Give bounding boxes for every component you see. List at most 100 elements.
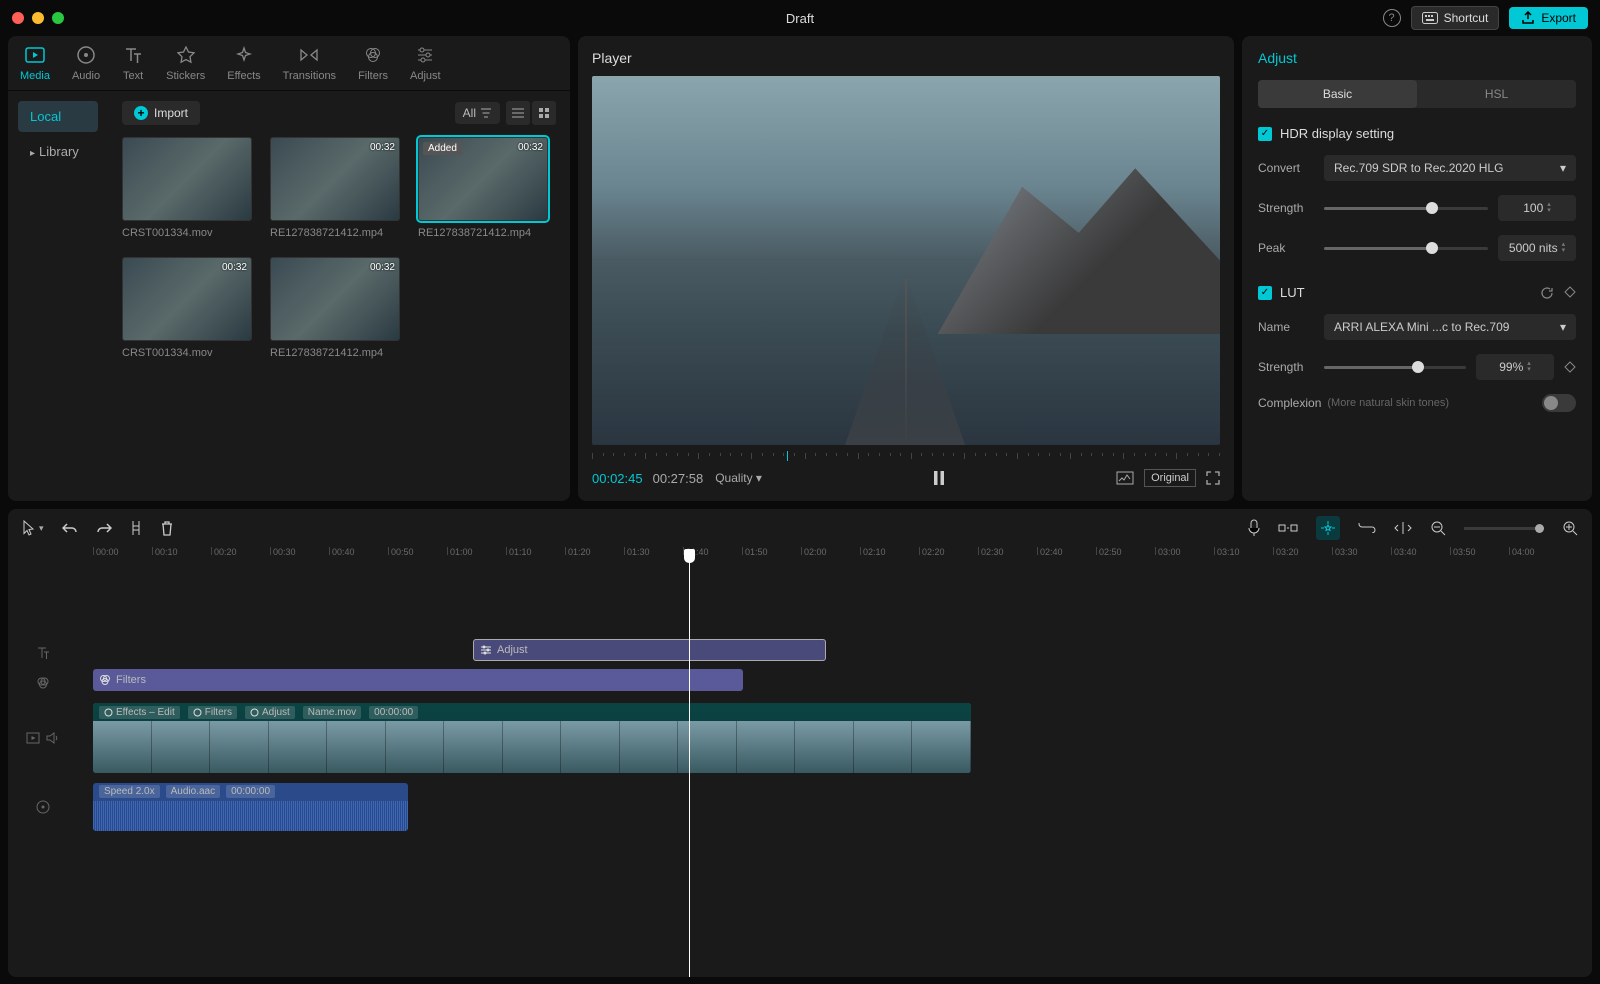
quality-button[interactable]: Quality ▾ <box>715 471 762 485</box>
undo-button[interactable] <box>62 521 78 535</box>
sidebar-library[interactable]: ▸Library <box>18 136 98 167</box>
adjust-panel: Adjust Basic HSL ✓ HDR display setting C… <box>1242 36 1592 501</box>
hdr-strength-slider[interactable] <box>1324 207 1488 210</box>
subtab-basic[interactable]: Basic <box>1258 80 1417 108</box>
adjust-subtabs: Basic HSL <box>1258 80 1576 108</box>
tab-adjust[interactable]: Adjust <box>410 44 441 82</box>
media-item[interactable]: CRST001334.mov <box>122 137 252 239</box>
playhead[interactable] <box>689 549 690 977</box>
timeline-ruler[interactable]: 00:0000:1000:2000:3000:4000:5001:0001:10… <box>8 547 1592 569</box>
split-button[interactable] <box>130 520 142 536</box>
tab-audio[interactable]: Audio <box>72 44 100 82</box>
minimize-window[interactable] <box>32 12 44 24</box>
text-track-icon <box>36 646 50 660</box>
record-button[interactable] <box>1248 519 1260 537</box>
import-button[interactable]: + Import <box>122 101 200 125</box>
adjust-clip[interactable]: Adjust <box>473 639 826 661</box>
peak-value[interactable]: 5000 nits▴▾ <box>1498 235 1576 261</box>
filters-icon <box>362 44 384 66</box>
subtab-hsl[interactable]: HSL <box>1417 80 1576 108</box>
lut-checkbox[interactable]: ✓ <box>1258 286 1272 300</box>
original-button[interactable]: Original <box>1144 469 1196 487</box>
complexion-toggle[interactable] <box>1542 394 1576 412</box>
mute-icon[interactable] <box>46 732 60 744</box>
plus-icon: + <box>134 106 148 120</box>
audio-icon <box>75 44 97 66</box>
effects-icon <box>233 44 255 66</box>
video-clip[interactable]: Effects – EditFiltersAdjustName.mov00:00… <box>93 703 971 773</box>
tab-transitions[interactable]: Transitions <box>283 44 336 82</box>
filters-clip[interactable]: Filters <box>93 669 743 691</box>
media-panel: Media Audio Text Stickers Effects Transi… <box>8 36 570 501</box>
close-window[interactable] <box>12 12 24 24</box>
audio-track-icon <box>36 800 50 814</box>
auto-snap[interactable] <box>1316 516 1340 540</box>
project-title: Draft <box>786 11 814 26</box>
pause-icon <box>932 470 946 486</box>
hdr-strength-value[interactable]: 100▴▾ <box>1498 195 1576 221</box>
zoom-slider[interactable] <box>1464 527 1544 530</box>
media-icon <box>24 44 46 66</box>
keyframe-icon[interactable] <box>1564 361 1576 373</box>
complexion-row: Complexion (More natural skin tones) <box>1258 394 1576 412</box>
maximize-window[interactable] <box>52 12 64 24</box>
shortcut-button[interactable]: Shortcut <box>1411 6 1500 30</box>
media-item[interactable]: Added00:32RE127838721412.mp4 <box>418 137 548 239</box>
transitions-icon <box>298 44 320 66</box>
preview-axis[interactable] <box>1394 521 1412 535</box>
media-item[interactable]: 00:32CRST001334.mov <box>122 257 252 359</box>
audio-clip[interactable]: Speed 2.0x Audio.aac 00:00:00 <box>93 783 408 831</box>
keyframe-icon[interactable] <box>1564 286 1576 300</box>
tab-effects[interactable]: Effects <box>227 44 260 82</box>
timeline-toolbar: ▾ <box>8 509 1592 547</box>
redo-button[interactable] <box>96 521 112 535</box>
zoom-out[interactable] <box>1430 520 1446 536</box>
adjust-title: Adjust <box>1258 50 1576 66</box>
filter-track-icon <box>36 676 50 690</box>
player-viewport[interactable] <box>592 76 1220 445</box>
view-grid[interactable] <box>532 101 556 125</box>
media-sidebar: Local ▸Library <box>8 91 108 501</box>
main-track-magnet[interactable] <box>1278 522 1298 534</box>
player-scrubber[interactable] <box>592 449 1220 463</box>
export-button[interactable]: Export <box>1509 7 1588 29</box>
tab-text[interactable]: Text <box>122 44 144 82</box>
convert-select[interactable]: Rec.709 SDR to Rec.2020 HLG ▾ <box>1324 155 1576 181</box>
export-icon <box>1521 11 1535 25</box>
time-total: 00:27:58 <box>653 471 704 486</box>
adjust-icon <box>414 44 436 66</box>
view-list[interactable] <box>506 101 530 125</box>
lut-strength-slider[interactable] <box>1324 366 1466 369</box>
tab-stickers[interactable]: Stickers <box>166 44 205 82</box>
media-item[interactable]: 00:32RE127838721412.mp4 <box>270 137 400 239</box>
linkage[interactable] <box>1358 523 1376 533</box>
category-tabs: Media Audio Text Stickers Effects Transi… <box>8 36 570 91</box>
hdr-section[interactable]: ✓ HDR display setting <box>1258 126 1576 141</box>
text-icon <box>122 44 144 66</box>
pause-button[interactable] <box>932 470 946 486</box>
player-panel: Player 00:02:45 00:27:58 Quality ▾ Origi… <box>578 36 1234 501</box>
stickers-icon <box>175 44 197 66</box>
select-tool[interactable]: ▾ <box>22 520 44 536</box>
player-title: Player <box>592 50 1220 66</box>
time-current: 00:02:45 <box>592 471 643 486</box>
fullscreen-button[interactable] <box>1206 471 1220 485</box>
media-item[interactable]: 00:32RE127838721412.mp4 <box>270 257 400 359</box>
reset-icon[interactable] <box>1540 286 1554 300</box>
help-icon[interactable]: ? <box>1383 9 1401 27</box>
adjust-clip-icon <box>480 645 492 655</box>
delete-button[interactable] <box>160 520 174 536</box>
scope-button[interactable] <box>1116 471 1134 485</box>
peak-slider[interactable] <box>1324 247 1488 250</box>
filter-all[interactable]: All <box>455 102 500 124</box>
hdr-checkbox[interactable]: ✓ <box>1258 127 1272 141</box>
sidebar-local[interactable]: Local <box>18 101 98 132</box>
lut-name-select[interactable]: ARRI ALEXA Mini ...c to Rec.709 ▾ <box>1324 314 1576 340</box>
timeline[interactable]: 00:0000:1000:2000:3000:4000:5001:0001:10… <box>8 547 1592 977</box>
tab-media[interactable]: Media <box>20 44 50 82</box>
zoom-in[interactable] <box>1562 520 1578 536</box>
tab-filters[interactable]: Filters <box>358 44 388 82</box>
lut-strength-value[interactable]: 99%▴▾ <box>1476 354 1554 380</box>
lut-section[interactable]: ✓ LUT <box>1258 285 1576 300</box>
window-controls <box>12 12 64 24</box>
